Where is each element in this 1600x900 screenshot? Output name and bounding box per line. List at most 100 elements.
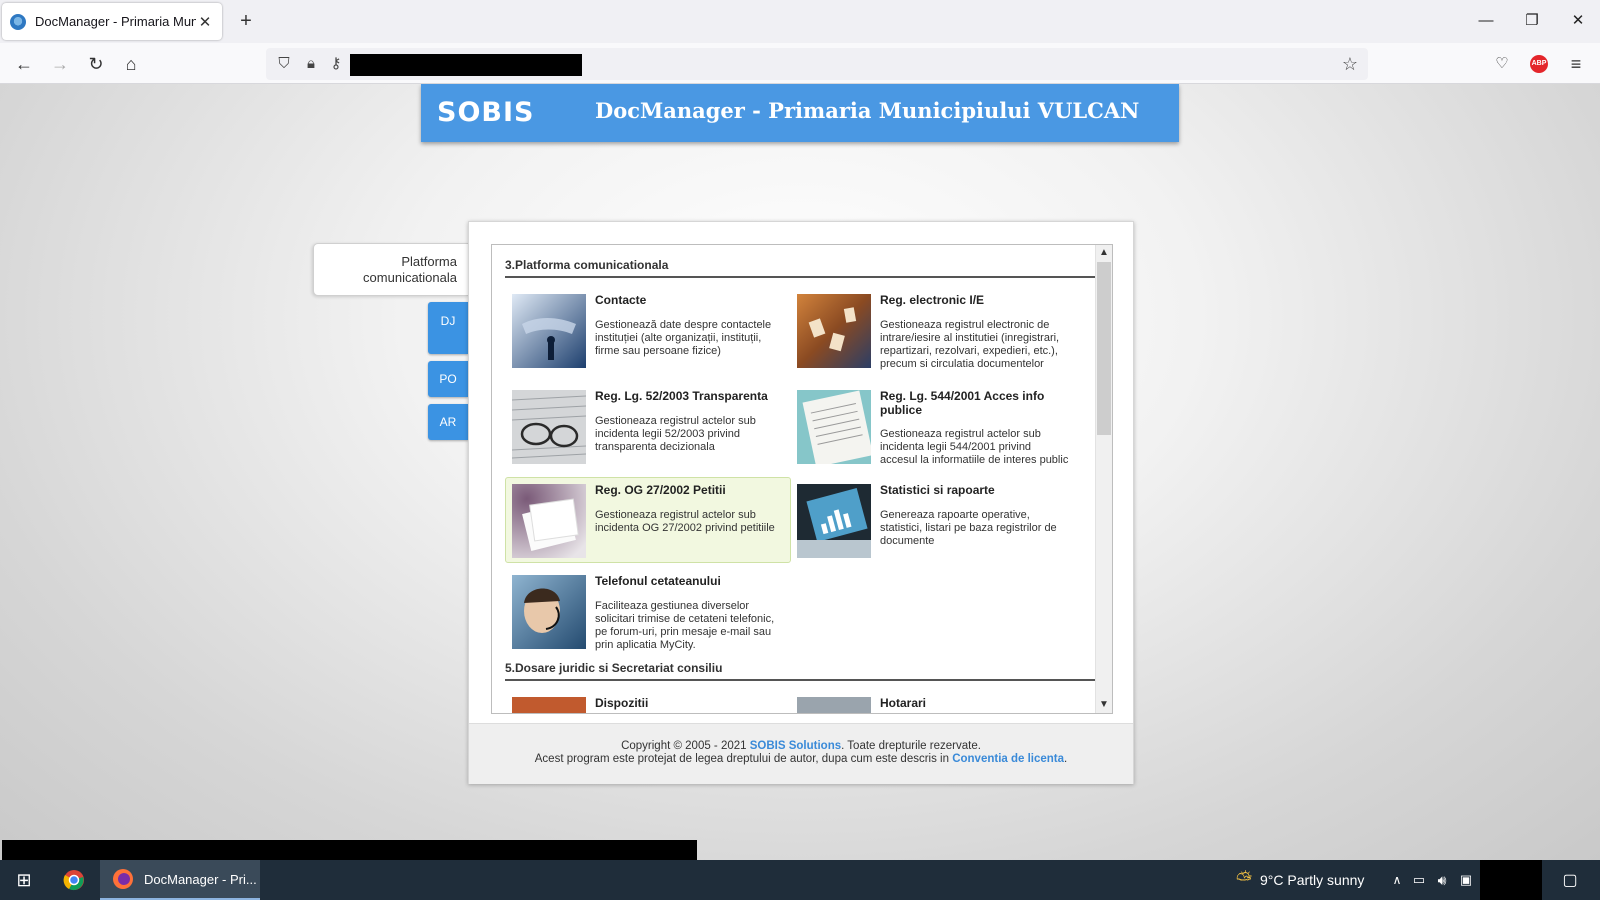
back-arrow-icon[interactable]: ← — [10, 50, 38, 78]
tab-close-icon[interactable]: ✕ — [196, 13, 214, 31]
firefox-icon — [113, 869, 133, 889]
page-title: DocManager - Primaria Municipiului VULCA… — [595, 98, 1140, 123]
page-content: SOBIS DocManager - Primaria Municipiului… — [0, 84, 1600, 860]
tab-label-line1: Platforma — [401, 254, 457, 269]
module-title: Reg. OG 27/2002 Petitii — [595, 483, 726, 497]
module-description: Gestioneaza registrul actelor sub incide… — [880, 428, 1069, 466]
papers-thumbnail — [512, 484, 586, 558]
taskbar: ⊞ DocManager - Pri... ⛅︎ 9°C Partly sunn… — [0, 860, 1600, 900]
section-heading: 3.Platforma comunicationala — [505, 258, 1095, 278]
tray-chevron-icon[interactable]: ∧ — [1388, 860, 1406, 900]
adblock-icon[interactable]: ABP — [1530, 55, 1548, 73]
module-title: Hotarari — [880, 696, 927, 710]
tab-ar[interactable]: AR — [428, 404, 468, 440]
restore-button[interactable]: ❐ — [1512, 8, 1552, 34]
url-text-redacted[interactable] — [350, 54, 582, 76]
module-title: Dispozitii — [595, 696, 649, 710]
form-document-thumbnail — [797, 390, 871, 464]
tab-platforma-comunicationala[interactable]: Platforma comunicationala — [313, 243, 469, 296]
module-description: Faciliteaza gestiunea diverselor solicit… — [595, 600, 775, 651]
status-bar-redacted — [2, 840, 697, 860]
tab-po[interactable]: PO — [428, 361, 468, 397]
clock-redacted — [1480, 860, 1542, 900]
rights-text: . Toate drepturile rezervate. — [841, 740, 981, 752]
taskbar-firefox-app[interactable]: DocManager - Pri... — [100, 860, 260, 900]
tracking-lock-icon[interactable]: 🔒︎ — [299, 52, 323, 76]
license-line: Acest program este protejat de legea dre… — [469, 753, 1133, 766]
module-description: Gestioneaza registrul electronic de intr… — [880, 319, 1060, 370]
tab-label-line2: comunicationala — [363, 270, 457, 285]
notifications-icon[interactable]: ▢ — [1556, 860, 1584, 900]
close-window-button[interactable]: ✕ — [1558, 8, 1598, 34]
shield-icon[interactable]: ⛉ — [272, 52, 296, 76]
module-reg-544-2001[interactable]: Reg. Lg. 544/2001 Acces info publice Ges… — [790, 383, 1076, 471]
footer: Copyright © 2005 - 2021 SOBIS Solutions.… — [469, 723, 1133, 784]
pocket-icon[interactable]: ♡ — [1488, 50, 1516, 78]
module-title: Reg. Lg. 52/2003 Transparenta — [595, 389, 768, 403]
network-icon[interactable]: ▣ — [1456, 860, 1476, 900]
handshake-thumbnail — [512, 294, 586, 368]
taskbar-app-label: DocManager - Pri... — [144, 871, 257, 887]
module-title: Telefonul cetateanului — [595, 574, 721, 588]
site-favicon-icon — [10, 13, 26, 30]
documents-thumbnail — [797, 294, 871, 368]
module-statistici[interactable]: Statistici si rapoarte Genereaza rapoart… — [790, 477, 1076, 565]
meet-icon[interactable]: ▭ — [1410, 860, 1428, 900]
forward-arrow-icon[interactable]: → — [46, 50, 74, 78]
hotarari-thumbnail — [797, 697, 871, 713]
license-suffix: . — [1064, 753, 1068, 765]
volume-icon[interactable]: 🔊︎ — [1432, 860, 1452, 900]
dispozitii-thumbnail — [512, 697, 586, 713]
bookmark-star-icon[interactable]: ☆ — [1338, 52, 1362, 76]
copyright-line: Copyright © 2005 - 2021 SOBIS Solutions.… — [469, 740, 1133, 753]
call-center-thumbnail — [512, 575, 586, 649]
module-reg-52-2003[interactable]: Reg. Lg. 52/2003 Transparenta Gestioneaz… — [505, 383, 791, 471]
modules-panel[interactable]: 3.Platforma comunicationala Contacte Ges… — [491, 244, 1113, 714]
module-description: Gestioneaza registrul actelor sub incide… — [595, 509, 775, 534]
browser-nav-bar: ← → ↻ ⌂ ⛉ 🔒︎ ⚷ ☆ ♡ ABP ≡ — [0, 43, 1600, 84]
key-icon[interactable]: ⚷ — [324, 52, 348, 76]
weather-text: 9°C Partly sunny — [1260, 872, 1365, 888]
module-contacte[interactable]: Contacte Gestionează date despre contact… — [505, 287, 791, 375]
menu-icon[interactable]: ≡ — [1562, 50, 1590, 78]
minimize-button[interactable]: — — [1466, 8, 1506, 34]
module-dispozitii[interactable]: Dispozitii — [505, 690, 791, 713]
license-link[interactable]: Conventia de licenta — [952, 753, 1064, 765]
browser-tab[interactable]: DocManager - Primaria Municipiului VULCA… — [2, 3, 222, 40]
scroll-down-arrow-icon[interactable]: ▼ — [1096, 697, 1112, 713]
module-reg-og-27-2002[interactable]: Reg. OG 27/2002 Petitii Gestioneaza regi… — [505, 477, 791, 563]
tab-dj[interactable]: DJ — [428, 302, 468, 354]
panel-scrollbar[interactable]: ▲ ▼ — [1095, 245, 1112, 713]
module-title: Reg. Lg. 544/2001 Acces info publice — [880, 389, 1045, 417]
windows-start-icon[interactable]: ⊞ — [8, 860, 40, 900]
weather-widget[interactable]: ⛅︎ 9°C Partly sunny — [1236, 860, 1364, 900]
scroll-up-arrow-icon[interactable]: ▲ — [1096, 245, 1112, 261]
tablet-chart-thumbnail — [797, 484, 871, 558]
tab-title: DocManager - Primaria Municipiului VULCA… — [35, 14, 196, 29]
module-telefonul-cetateanului[interactable]: Telefonul cetateanului Faciliteaza gesti… — [505, 568, 791, 656]
sobis-solutions-link[interactable]: SOBIS Solutions — [750, 740, 841, 752]
module-hotarari[interactable]: Hotarari — [790, 690, 1076, 713]
module-description: Genereaza rapoarte operative, statistici… — [880, 509, 1057, 547]
browser-tab-bar: DocManager - Primaria Municipiului VULCA… — [0, 0, 1600, 43]
section-heading: 5.Dosare juridic si Secretariat consiliu — [505, 661, 1095, 681]
glasses-newspaper-thumbnail — [512, 390, 586, 464]
scroll-thumb[interactable] — [1097, 262, 1111, 435]
home-icon[interactable]: ⌂ — [117, 50, 145, 78]
app-header: SOBIS DocManager - Primaria Municipiului… — [421, 84, 1179, 142]
main-card: 3.Platforma comunicationala Contacte Ges… — [468, 221, 1134, 784]
url-bar[interactable]: ⛉ 🔒︎ ⚷ ☆ — [266, 48, 1368, 80]
license-text: Acest program este protejat de legea dre… — [534, 753, 953, 765]
partly-sunny-icon: ⛅︎ — [1236, 868, 1252, 891]
reload-icon[interactable]: ↻ — [82, 50, 110, 78]
module-reg-electronic[interactable]: Reg. electronic I/E Gestioneaza registru… — [790, 287, 1076, 375]
module-title: Reg. electronic I/E — [880, 293, 985, 307]
module-description: Gestionează date despre contactele insti… — [595, 319, 772, 357]
copyright-text: Copyright © 2005 - 2021 — [621, 740, 750, 752]
module-description: Gestioneaza registrul actelor sub incide… — [595, 415, 756, 453]
module-title: Contacte — [595, 293, 647, 307]
module-title: Statistici si rapoarte — [880, 483, 995, 497]
sobis-logo[interactable]: SOBIS — [437, 97, 534, 128]
new-tab-button[interactable]: + — [234, 9, 258, 33]
chrome-icon[interactable] — [58, 860, 90, 900]
